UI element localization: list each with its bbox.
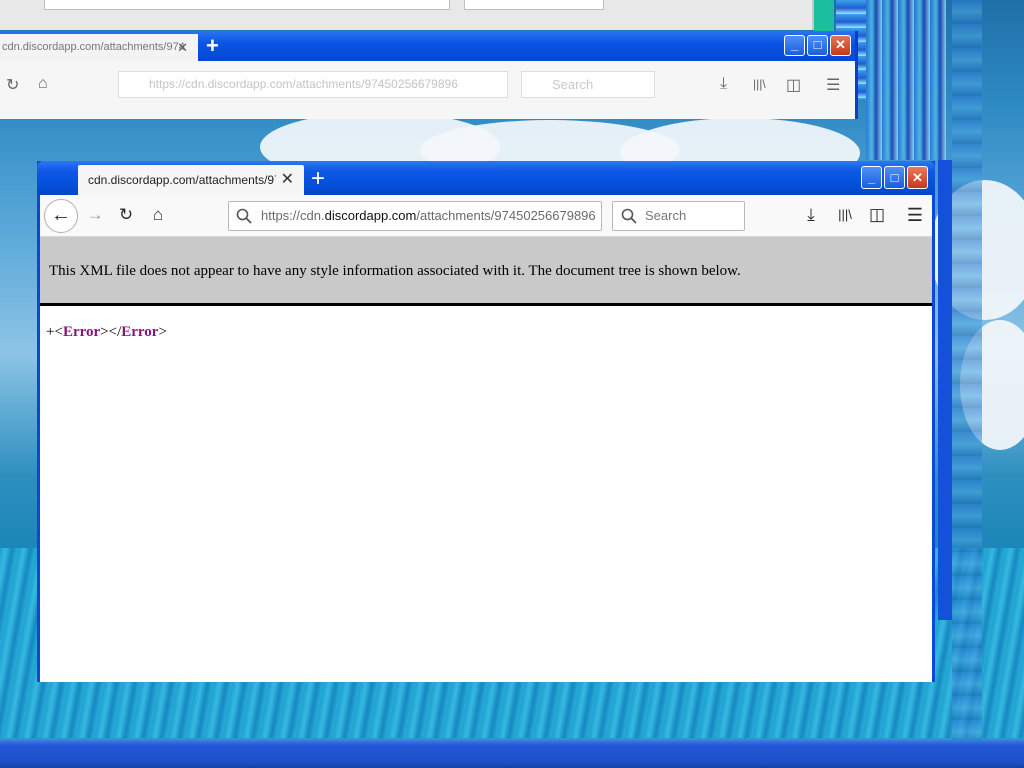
back-button[interactable]: ← bbox=[44, 199, 78, 233]
url-path: /attachments/97450256679896 bbox=[416, 208, 596, 223]
glitch-artifact bbox=[952, 0, 982, 740]
home-icon[interactable]: ⌂ bbox=[38, 75, 48, 93]
close-icon: ✕ bbox=[912, 170, 923, 185]
background-search-field bbox=[464, 0, 604, 10]
download-button[interactable]: ⤓ bbox=[796, 200, 826, 230]
close-icon[interactable]: ✕ bbox=[177, 34, 188, 61]
background-tab[interactable]: cdn.discordapp.com/attachments/974 ✕ bbox=[0, 34, 198, 61]
tab-label: cdn.discordapp.com/attachments/974 bbox=[88, 173, 276, 187]
background-search-field[interactable]: Search bbox=[521, 71, 655, 98]
maximize-button[interactable]: □ bbox=[884, 166, 905, 189]
close-tab-icon[interactable]: ✕ bbox=[281, 171, 294, 189]
search-icon bbox=[621, 208, 637, 229]
download-icon[interactable]: ⤓ bbox=[720, 75, 727, 93]
url-text: https://cdn.discordapp.com/attachments/9… bbox=[261, 202, 599, 230]
glitch-artifact bbox=[866, 0, 946, 160]
reload-button[interactable]: ↻ bbox=[111, 200, 141, 230]
new-tab-button[interactable]: + bbox=[206, 33, 219, 59]
close-button[interactable]: ✕ bbox=[830, 35, 851, 56]
maximize-icon: □ bbox=[890, 170, 899, 185]
xml-tree: +<Error></Error> bbox=[46, 324, 167, 340]
navigation-toolbar: ← → ↻ ⌂ https://cdn.discordapp.com/attac… bbox=[40, 195, 932, 237]
maximize-button[interactable]: □ bbox=[807, 35, 828, 56]
search-input[interactable]: Search bbox=[612, 201, 745, 231]
sidebar-icon[interactable]: ◫ bbox=[786, 75, 801, 95]
background-browser-window[interactable]: cdn.discordapp.com/attachments/974 ✕ + _… bbox=[0, 31, 858, 119]
menu-icon[interactable]: ☰ bbox=[826, 75, 840, 95]
library-button[interactable]: |||\ bbox=[830, 200, 860, 230]
expand-toggle[interactable]: + bbox=[46, 324, 54, 340]
menu-button[interactable]: ☰ bbox=[900, 200, 930, 230]
url-bar[interactable]: https://cdn.discordapp.com/attachments/9… bbox=[228, 201, 602, 231]
background-url-field bbox=[44, 0, 450, 10]
sidebar-button[interactable]: ◫ bbox=[862, 200, 892, 230]
minimize-button[interactable]: _ bbox=[784, 35, 805, 56]
library-icon[interactable]: |||\ bbox=[753, 77, 766, 91]
xml-close-tag: Error bbox=[121, 324, 159, 340]
new-tab-button[interactable]: + bbox=[311, 165, 325, 193]
background-tab-label: cdn.discordapp.com/attachments/974 bbox=[2, 41, 185, 53]
taskbar[interactable] bbox=[0, 740, 1024, 768]
url-prefix: https://cdn. bbox=[261, 208, 325, 223]
close-button[interactable]: ✕ bbox=[907, 166, 928, 189]
window-titlebar[interactable]: cdn.discordapp.com/attachments/974 ✕ + _… bbox=[37, 161, 935, 195]
home-button[interactable]: ⌂ bbox=[143, 200, 173, 230]
forward-button[interactable]: → bbox=[80, 200, 110, 230]
search-placeholder: Search bbox=[645, 208, 687, 223]
xml-notice: This XML file does not appear to have an… bbox=[40, 237, 932, 306]
browser-window: cdn.discordapp.com/attachments/974 ✕ + _… bbox=[37, 161, 935, 682]
reload-icon[interactable]: ↻ bbox=[6, 75, 19, 95]
page-content: This XML file does not appear to have an… bbox=[40, 237, 932, 682]
glitch-artifact bbox=[938, 160, 952, 620]
url-domain: discordapp.com bbox=[324, 208, 417, 223]
background-url-field[interactable]: https://cdn.discordapp.com/attachments/9… bbox=[118, 71, 508, 98]
active-tab[interactable]: cdn.discordapp.com/attachments/974 ✕ bbox=[78, 165, 304, 195]
search-icon bbox=[236, 208, 252, 229]
minimize-icon: _ bbox=[867, 170, 876, 185]
minimize-button[interactable]: _ bbox=[861, 166, 882, 189]
background-window-top bbox=[0, 0, 814, 30]
xml-open-tag: Error bbox=[62, 324, 101, 340]
